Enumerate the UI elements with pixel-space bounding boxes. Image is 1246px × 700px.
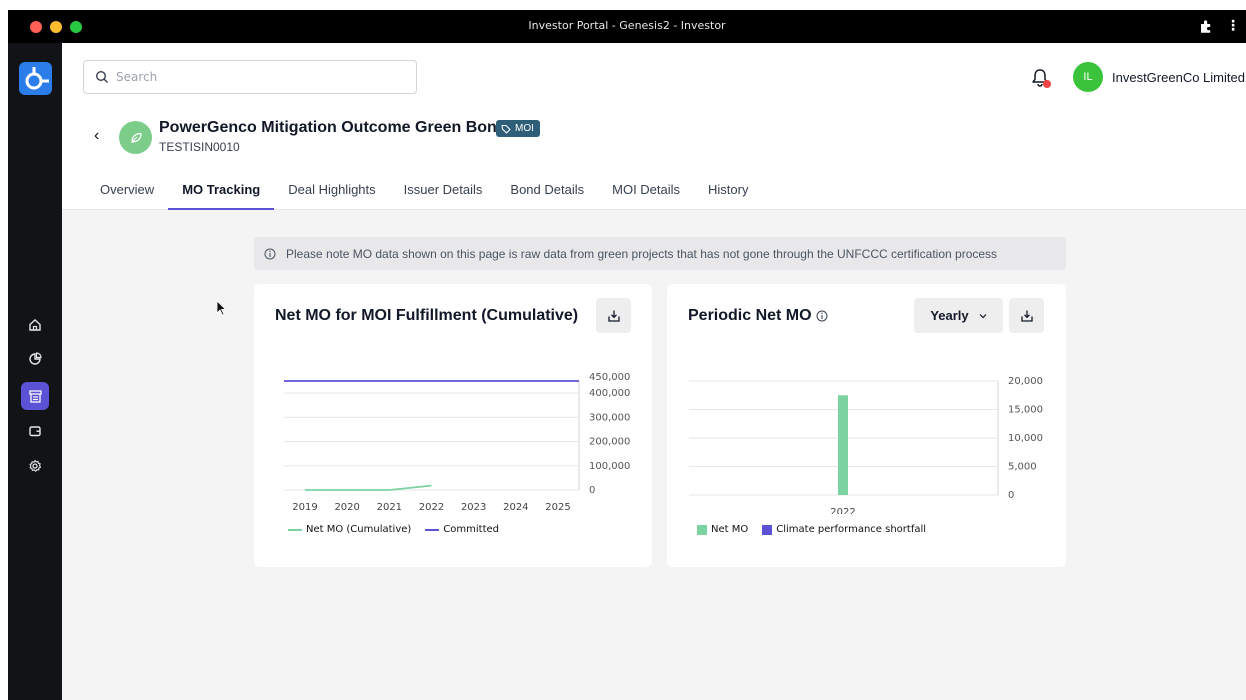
page-title: PowerGenco Mitigation Outcome Green Bond: [159, 119, 507, 136]
series-line: [305, 484, 432, 491]
x-tick-label: 2022: [419, 502, 444, 513]
legend-swatch: [697, 524, 707, 535]
periodic-chart-card: Periodic Net MO Yearly 0 5,000 10,000 15,00…: [667, 284, 1066, 567]
search-icon: [95, 70, 108, 83]
home-icon: [29, 319, 41, 331]
y-tick-label: 0: [589, 485, 595, 496]
info-icon[interactable]: [816, 310, 828, 322]
x-tick-label: 2024: [503, 502, 528, 513]
periodic-chart-title: Periodic Net MO: [688, 307, 828, 325]
search-input[interactable]: [116, 67, 406, 87]
download-icon: [607, 310, 620, 322]
puzzle-extension-icon[interactable]: [1198, 18, 1214, 34]
nav-wallet[interactable]: [21, 417, 49, 445]
leaf-icon: [130, 132, 142, 143]
download-cumulative-button[interactable]: [596, 298, 631, 333]
logo-icon: [25, 67, 49, 90]
main-content: IL InvestGreenCo Limited ‹ PowerGenco Mi…: [62, 43, 1246, 700]
cumulative-chart-card: Net MO for MOI Fulfillment (Cumulative) …: [254, 284, 652, 567]
nav-settings[interactable]: [21, 452, 49, 480]
periodic-chart-legend: Net MO Climate performance shortfall: [697, 524, 926, 535]
cumulative-line-chart: 0 100,000 200,000 300,000 400,000 450,000 2019…: [284, 372, 630, 513]
tab-deal-highlights[interactable]: Deal Highlights: [274, 175, 389, 210]
page-header: IL InvestGreenCo Limited ‹ PowerGenco Mi…: [62, 43, 1246, 210]
legend-label: Climate performance shortfall: [776, 524, 927, 535]
window-titlebar: Investor Portal - Genesis2 - Investor ⋮: [8, 10, 1246, 43]
period-select[interactable]: Yearly: [914, 298, 1003, 333]
periodic-bar-chart: 0 5,000 10,000 15,000 20,000 2022: [689, 376, 1043, 514]
mouse-cursor-icon: [216, 300, 226, 316]
y-tick-label: 450,000: [589, 372, 630, 383]
y-tick-label: 20,000: [1008, 376, 1043, 387]
y-tick-label: 15,000: [1008, 405, 1043, 416]
store-icon: [28, 389, 42, 403]
user-avatar[interactable]: IL: [1073, 62, 1103, 92]
legend-label: Net MO (Cumulative): [306, 524, 412, 535]
user-name[interactable]: InvestGreenCo Limited: [1112, 70, 1245, 85]
bond-code: TESTISIN0010: [159, 140, 240, 154]
y-tick-label: 0: [1008, 490, 1014, 501]
bond-avatar: [119, 121, 152, 154]
legend-item[interactable]: Net MO (Cumulative): [288, 524, 411, 535]
download-periodic-button[interactable]: [1009, 298, 1044, 333]
legend-swatch: [288, 528, 302, 531]
search-box[interactable]: [83, 60, 417, 94]
notification-dot: [1043, 80, 1051, 88]
x-tick-label: 2019: [292, 502, 317, 513]
download-icon: [1020, 310, 1033, 322]
nav-rail: [8, 43, 62, 700]
legend-swatch: [762, 524, 773, 535]
legend-item[interactable]: Net MO: [697, 524, 748, 535]
bar: [838, 395, 848, 495]
nav-portfolio[interactable]: [21, 345, 49, 373]
tab-bar: Overview MO Tracking Deal Highlights Iss…: [86, 175, 762, 210]
x-tick-label: 2023: [461, 502, 486, 513]
x-tick-label: 2025: [545, 502, 570, 513]
legend-label: Net MO: [711, 524, 749, 535]
x-tick-label: 2020: [334, 502, 359, 513]
bond-type-label: MOI: [515, 123, 534, 134]
tab-issuer-details[interactable]: Issuer Details: [390, 175, 497, 210]
legend-swatch: [425, 528, 440, 531]
back-button[interactable]: ‹: [94, 128, 108, 144]
notice-text: Please note MO data shown on this page i…: [286, 246, 998, 261]
y-tick-label: 5,000: [1008, 462, 1037, 473]
cumulative-chart-title: Net MO for MOI Fulfillment (Cumulative): [275, 307, 579, 324]
tab-overview[interactable]: Overview: [86, 175, 168, 210]
nav-marketplace[interactable]: [21, 382, 49, 410]
legend-item[interactable]: Climate performance shortfall: [762, 524, 926, 535]
y-tick-label: 400,000: [589, 388, 630, 399]
x-tick-label: 2021: [377, 502, 402, 513]
app-logo[interactable]: [19, 62, 52, 95]
y-tick-label: 10,000: [1008, 433, 1043, 444]
x-tick-label: 2022: [830, 507, 855, 514]
nav-home[interactable]: [21, 311, 49, 339]
bond-type-badge: MOI: [496, 120, 540, 137]
chevron-down-icon: [979, 313, 987, 318]
window-title: Investor Portal - Genesis2 - Investor: [528, 19, 726, 32]
legend-label: Committed: [443, 524, 499, 535]
tag-icon: [501, 124, 511, 134]
tab-history[interactable]: History: [694, 175, 762, 210]
gear-icon: [29, 459, 42, 472]
legend-item[interactable]: Committed: [425, 524, 499, 535]
window-menu-icon[interactable]: ⋮: [1226, 17, 1240, 34]
period-select-value: Yearly: [930, 308, 969, 323]
wallet-icon: [29, 426, 41, 437]
y-tick-label: 300,000: [589, 412, 630, 423]
y-tick-label: 100,000: [589, 461, 630, 472]
tab-mo-tracking[interactable]: MO Tracking: [168, 175, 275, 210]
tab-moi-details[interactable]: MOI Details: [598, 175, 694, 210]
certification-notice: Please note MO data shown on this page i…: [254, 237, 1066, 270]
info-icon: [264, 248, 276, 259]
cumulative-chart-legend: Net MO (Cumulative) Committed: [288, 524, 499, 535]
pie-chart-icon: [29, 352, 42, 365]
y-tick-label: 200,000: [589, 437, 630, 448]
periodic-chart-title-text: Periodic Net MO: [688, 307, 812, 324]
tab-bond-details[interactable]: Bond Details: [496, 175, 598, 210]
